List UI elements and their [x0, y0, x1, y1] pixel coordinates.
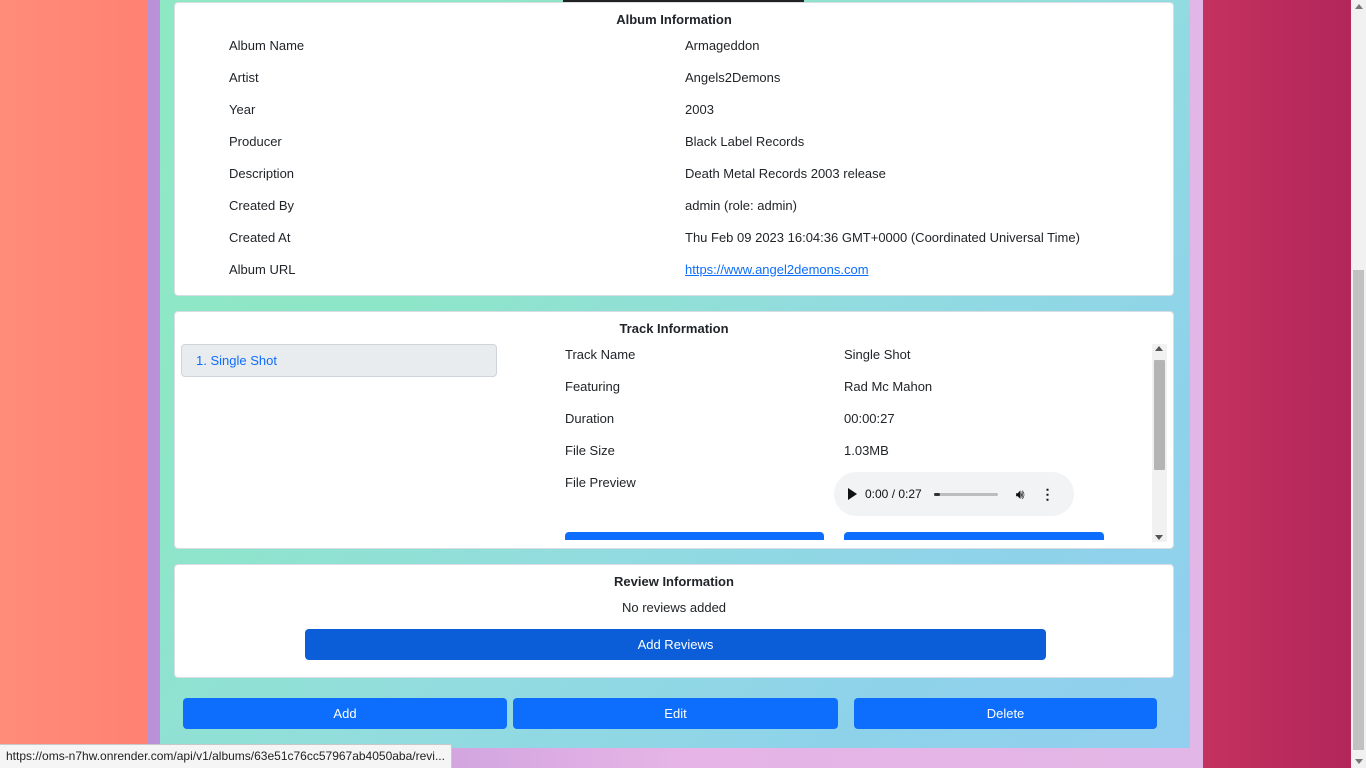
file-preview-label: File Preview	[565, 475, 636, 490]
featuring-label: Featuring	[565, 379, 620, 394]
created-by-label: Created By	[229, 198, 295, 213]
page-scroll-down-icon[interactable]	[1355, 759, 1363, 764]
volume-icon[interactable]: 🔊︎	[1016, 486, 1025, 503]
file-size-value: 1.03MB	[844, 443, 889, 458]
featuring-value: Rad Mc Mahon	[844, 379, 933, 394]
description-label: Description	[229, 166, 295, 181]
track-pane-scrollbar[interactable]	[1152, 344, 1167, 542]
scroll-down-icon[interactable]	[1155, 535, 1163, 540]
page-scroll-up-icon[interactable]	[1355, 4, 1363, 9]
delete-button[interactable]: Delete	[854, 698, 1157, 729]
audio-progress-bar[interactable]	[933, 492, 998, 496]
album-url-link[interactable]: https://www.angel2demons.com	[685, 262, 869, 277]
audio-progress-fill	[933, 492, 941, 496]
artist-label: Artist	[229, 70, 259, 85]
review-info-card: Review Information No reviews added Add …	[174, 564, 1174, 678]
duration-label: Duration	[565, 411, 615, 426]
track-delete-button[interactable]	[844, 532, 1104, 540]
track-edit-button[interactable]	[565, 532, 824, 540]
description-value: Death Metal Records 2003 release	[685, 166, 886, 181]
track-list-item[interactable]: 1. Single Shot	[181, 344, 497, 377]
page-scrollbar[interactable]	[1351, 0, 1366, 768]
track-name-label: Track Name	[565, 347, 636, 362]
more-options-icon[interactable]: ⋮	[1041, 486, 1055, 503]
audio-time: 0:00 / 0:27	[865, 487, 922, 501]
review-info-title: Review Information	[614, 574, 734, 589]
add-button[interactable]: Add	[183, 698, 507, 729]
album-info-title: Album Information	[616, 12, 732, 27]
album-name-label: Album Name	[229, 38, 305, 53]
artist-value: Angels2Demons	[685, 70, 781, 85]
created-by-value: admin (role: admin)	[685, 198, 797, 213]
producer-label: Producer	[229, 134, 282, 149]
year-value: 2003	[685, 102, 714, 117]
created-at-value: Thu Feb 09 2023 16:04:36 GMT+0000 (Coord…	[685, 230, 1080, 245]
track-info-card: Track Information 1. Single Shot Track N…	[174, 311, 1174, 549]
producer-value: Black Label Records	[685, 134, 805, 149]
track-info-title: Track Information	[619, 321, 729, 336]
created-at-label: Created At	[229, 230, 291, 245]
page-scroll-thumb[interactable]	[1353, 270, 1364, 750]
play-icon[interactable]	[848, 488, 857, 500]
status-bar-url: https://oms-n7hw.onrender.com/api/v1/alb…	[0, 744, 452, 768]
add-reviews-button[interactable]: Add Reviews	[305, 629, 1046, 660]
track-name-value: Single Shot	[844, 347, 911, 362]
scroll-thumb[interactable]	[1154, 360, 1165, 470]
album-name-value: Armageddon	[685, 38, 760, 53]
year-label: Year	[229, 102, 256, 117]
no-reviews-text: No reviews added	[621, 600, 727, 615]
file-size-label: File Size	[565, 443, 615, 458]
album-info-card: Album Information Album Name Armageddon …	[174, 2, 1174, 296]
duration-value: 00:00:27	[844, 411, 895, 426]
scroll-up-icon[interactable]	[1155, 346, 1163, 351]
audio-player[interactable]: 0:00 / 0:27 🔊︎ ⋮	[834, 472, 1074, 516]
edit-button[interactable]: Edit	[513, 698, 838, 729]
album-url-label: Album URL	[229, 262, 296, 277]
track-details-pane: Track Name Single Shot Featuring Rad Mc …	[555, 344, 1155, 540]
